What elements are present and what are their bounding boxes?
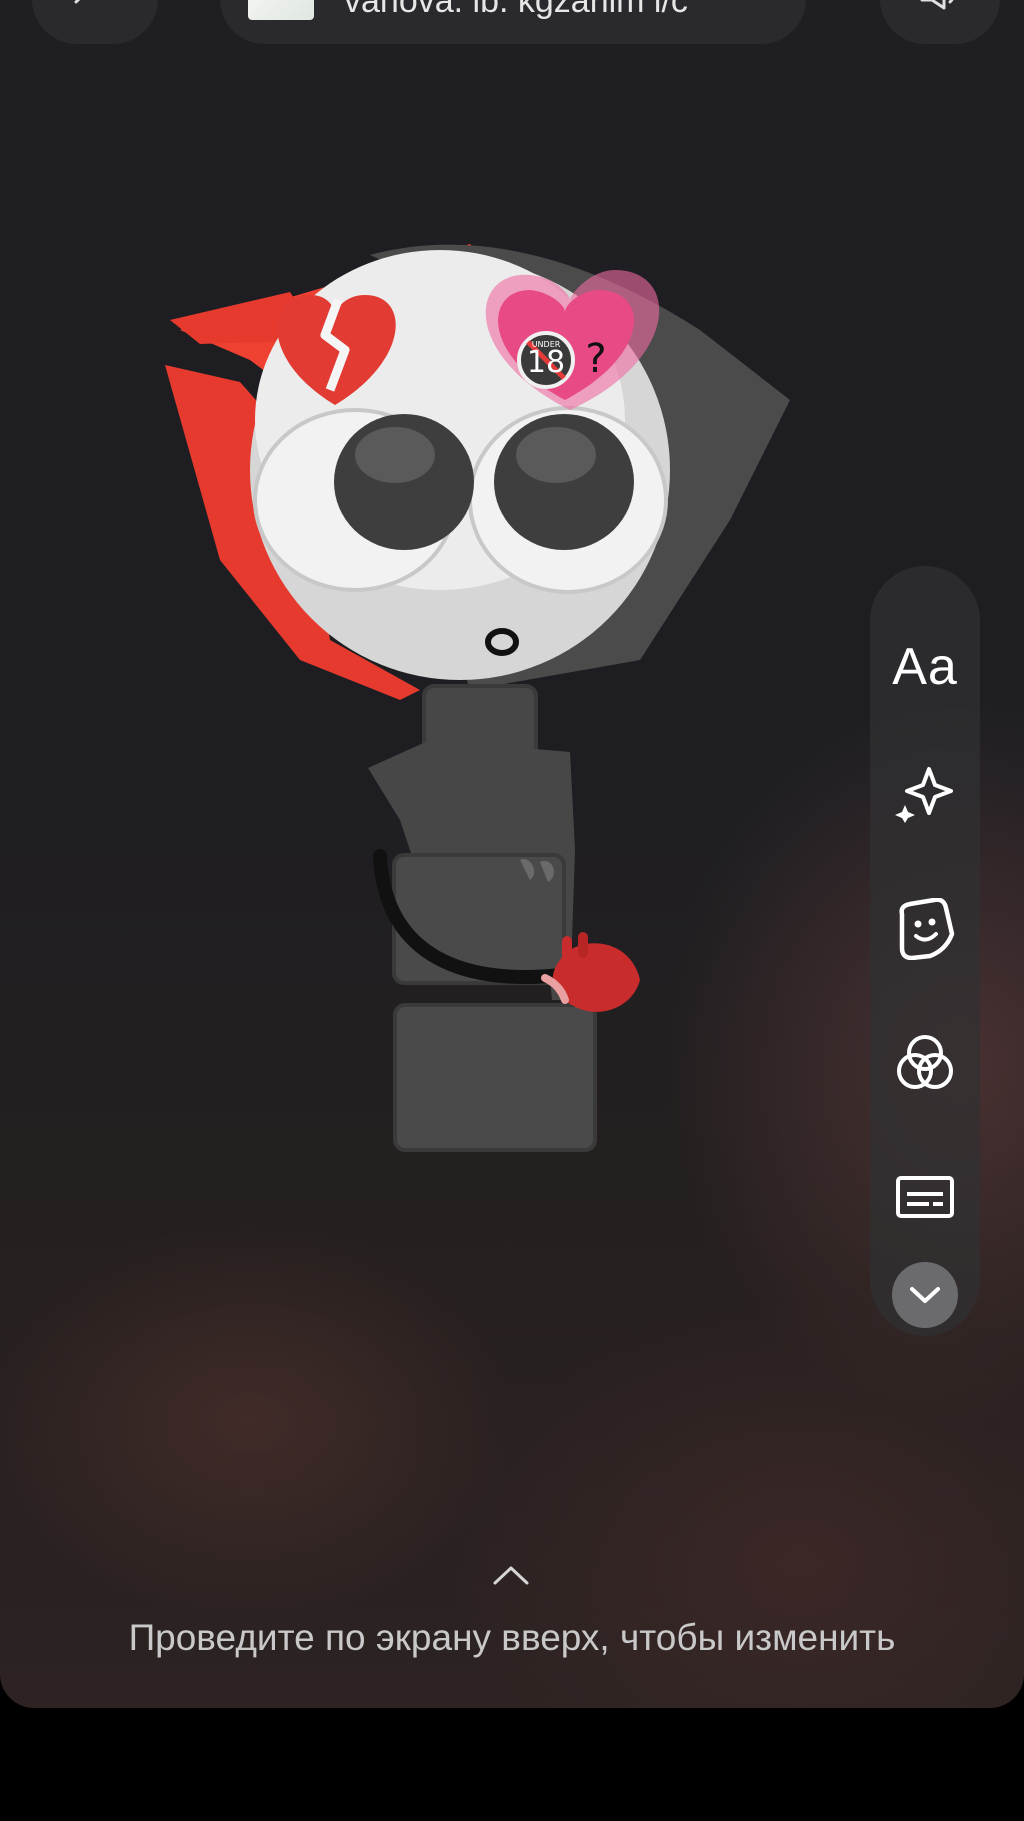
captions-tool-button[interactable] — [890, 1162, 960, 1232]
chevron-up-icon — [493, 1566, 529, 1585]
sticker-tool-button[interactable] — [890, 894, 960, 964]
under-label: UNDER — [532, 340, 561, 349]
sticker-icon — [899, 898, 955, 960]
swipe-up-hint: Проведите по экрану вверх, чтобы изменит… — [128, 1617, 896, 1658]
question-mark: ? — [585, 336, 606, 382]
editor-side-toolbar: Aa — [870, 566, 980, 1336]
under-18-badge: 18 — [527, 345, 565, 380]
chevron-down-icon — [910, 1287, 940, 1303]
filters-tool-button[interactable] — [890, 1028, 960, 1098]
sparkle-effects-icon — [895, 767, 953, 823]
more-tools-circle[interactable] — [892, 1262, 958, 1328]
effects-tool-button[interactable] — [890, 758, 960, 828]
text-tool-button[interactable]: Aa — [890, 632, 960, 702]
filters-icon — [897, 1035, 953, 1089]
captions-icon — [896, 1176, 954, 1218]
story-editor-canvas[interactable]: vanova. ib. kgzahim i/c 18 UNDER ? Aa Пр… — [0, 0, 1024, 1708]
more-tools-button[interactable] — [890, 1260, 960, 1330]
